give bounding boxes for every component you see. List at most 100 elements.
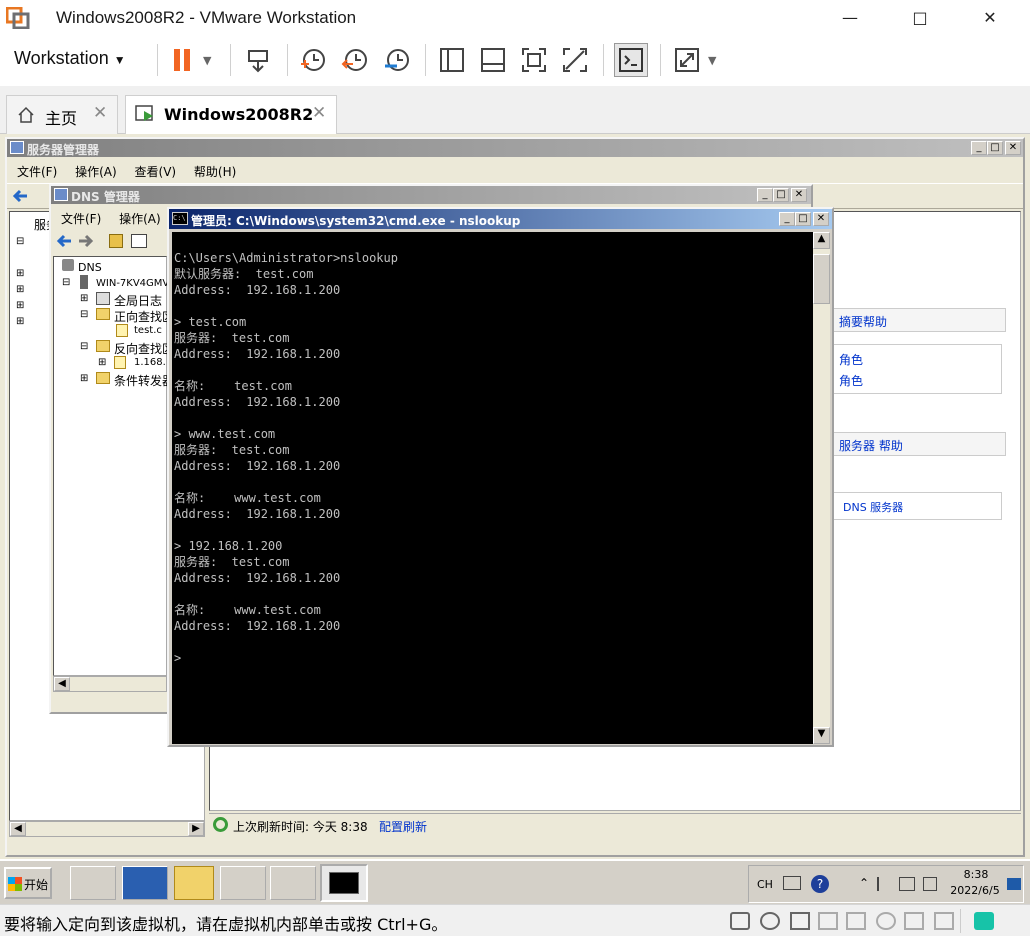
thumbnail-bar-icon[interactable]: [478, 45, 508, 75]
snapshot-manager-icon[interactable]: [382, 45, 412, 75]
forward-icon[interactable]: [77, 233, 95, 249]
sm-minimize-button[interactable]: _: [971, 141, 987, 155]
guest-screen[interactable]: 服务器管理器 _ □ ✕ 文件(F) 操作(A) 查看(V) 帮助(H) 服务 …: [0, 134, 1030, 904]
taskbar-cmd-button[interactable]: [320, 864, 368, 902]
sm-menu-view[interactable]: 查看(V): [135, 165, 177, 179]
close-tab-icon[interactable]: ✕: [93, 103, 107, 123]
dns-close-button[interactable]: ✕: [791, 188, 807, 202]
cmd-close-button[interactable]: ✕: [813, 212, 829, 226]
cmd-maximize-button[interactable]: □: [795, 212, 811, 226]
flag-icon[interactable]: [877, 877, 891, 891]
sm-close-button[interactable]: ✕: [1005, 141, 1021, 155]
sm-menu-help[interactable]: 帮助(H): [194, 165, 236, 179]
back-icon[interactable]: [55, 233, 73, 249]
sm-menu-file[interactable]: 文件(F): [17, 165, 57, 179]
dns-restore-button[interactable]: □: [773, 188, 789, 202]
camera-icon[interactable]: [876, 912, 896, 930]
back-icon[interactable]: [11, 188, 29, 204]
stretch-icon[interactable]: [672, 45, 702, 75]
expand-icon[interactable]: ⊟: [16, 236, 24, 247]
send-ctrl-alt-del-icon[interactable]: [244, 45, 274, 75]
dns-minimize-button[interactable]: _: [757, 188, 773, 202]
clock-date[interactable]: 2022/6/5: [945, 884, 1005, 897]
revert-snapshot-icon[interactable]: [340, 45, 370, 75]
show-desktop-icon[interactable]: [1007, 878, 1021, 890]
close-button[interactable]: ✕: [970, 6, 1010, 30]
snapshot-icon[interactable]: [298, 45, 328, 75]
server-help-link[interactable]: 服务器 帮助: [839, 437, 903, 454]
scroll-down-icon[interactable]: ▼: [813, 727, 830, 744]
roles-link[interactable]: 角色: [839, 351, 863, 368]
tray-expand-icon[interactable]: ⌃: [859, 876, 869, 890]
sm-tree-scrollbar[interactable]: ◀ ▶: [9, 821, 205, 837]
taskbar-tools-icon[interactable]: [220, 866, 266, 900]
tab-vm[interactable]: Windows2008R2 ✕: [125, 95, 337, 134]
maximize-button[interactable]: □: [900, 6, 940, 30]
pause-icon[interactable]: [168, 45, 198, 75]
workstation-menu[interactable]: Workstation ▼: [14, 48, 126, 69]
network-icon[interactable]: [899, 877, 915, 891]
fullscreen-icon[interactable]: [519, 45, 549, 75]
cd-dvd-icon[interactable]: [760, 912, 780, 930]
close-tab-icon[interactable]: ✕: [312, 103, 326, 123]
dns-menu-file[interactable]: 文件(F): [61, 212, 101, 226]
dns-tree-server[interactable]: WIN-7KV4GMVI: [96, 278, 172, 289]
collapse-icon[interactable]: ⊟: [80, 341, 88, 352]
dns-tree-forward-zones[interactable]: 正向查找区: [114, 308, 174, 325]
printer-icon[interactable]: [818, 912, 838, 930]
cmd-scrollbar[interactable]: ▲ ▼: [813, 232, 830, 744]
taskbar-server-manager-icon[interactable]: [70, 866, 116, 900]
dns-tree-global-logs[interactable]: 全局日志: [114, 292, 162, 309]
stretch-dropdown-icon[interactable]: ▼: [708, 54, 716, 67]
hard-disk-icon[interactable]: [730, 912, 750, 930]
dns-menu-action[interactable]: 操作(A): [119, 212, 161, 226]
scroll-left-icon[interactable]: ◀: [10, 822, 26, 836]
console-view-button[interactable]: [614, 43, 648, 77]
taskbar-powershell-icon[interactable]: [122, 866, 168, 900]
expand-icon[interactable]: ⊞: [16, 316, 24, 327]
keyboard-icon[interactable]: [783, 876, 801, 890]
network-adapter-icon[interactable]: [790, 912, 810, 930]
dns-tree-conditional-forwarders[interactable]: 条件转发器: [114, 372, 174, 389]
dns-tree-scrollbar[interactable]: ◀: [53, 676, 167, 692]
sm-menu-action[interactable]: 操作(A): [75, 165, 117, 179]
expand-icon[interactable]: ⊞: [98, 357, 106, 368]
minimize-button[interactable]: —: [830, 6, 870, 30]
dns-tree-root[interactable]: DNS: [78, 261, 102, 274]
up-folder-icon[interactable]: [109, 234, 123, 248]
dns-tree-test-zone[interactable]: test.c: [134, 325, 162, 336]
clock-time[interactable]: 8:38: [949, 868, 1003, 881]
usb-icon[interactable]: [904, 912, 924, 930]
expand-icon[interactable]: ⊞: [80, 293, 88, 304]
sidebar-toggle-icon[interactable]: [437, 45, 467, 75]
cmd-minimize-button[interactable]: _: [779, 212, 795, 226]
unity-icon[interactable]: [560, 45, 590, 75]
volume-icon[interactable]: [923, 877, 937, 891]
dns-server-link[interactable]: DNS 服务器: [843, 499, 903, 515]
collapse-icon[interactable]: ⊟: [80, 309, 88, 320]
sound-icon[interactable]: [846, 912, 866, 930]
expand-icon[interactable]: ⊞: [16, 284, 24, 295]
cmd-console[interactable]: C:\Users\Administrator>nslookup 默认服务器: te…: [172, 232, 813, 744]
help-icon[interactable]: ?: [811, 875, 829, 893]
show-hide-tree-icon[interactable]: [131, 234, 147, 248]
sm-restore-button[interactable]: □: [987, 141, 1003, 155]
taskbar-explorer-icon[interactable]: [174, 866, 214, 900]
scroll-right-icon[interactable]: ▶: [188, 822, 204, 836]
expand-icon[interactable]: ⊞: [16, 268, 24, 279]
roles-link[interactable]: 角色: [839, 372, 863, 389]
message-icon[interactable]: [974, 912, 994, 930]
speaker-icon[interactable]: [934, 912, 954, 930]
start-button[interactable]: 开始: [4, 867, 52, 899]
dns-tree-reverse-zone[interactable]: 1.168.: [134, 357, 166, 368]
expand-icon[interactable]: ⊞: [80, 373, 88, 384]
scroll-left-icon[interactable]: ◀: [54, 677, 70, 691]
scroll-thumb[interactable]: [813, 254, 830, 304]
pause-dropdown-icon[interactable]: ▼: [203, 54, 211, 67]
collapse-icon[interactable]: ⊟: [62, 277, 70, 288]
scroll-up-icon[interactable]: ▲: [813, 232, 830, 249]
expand-icon[interactable]: ⊞: [16, 300, 24, 311]
configure-refresh-link[interactable]: 配置刷新: [379, 818, 427, 835]
taskbar-dns-icon[interactable]: [270, 866, 316, 900]
dns-tree-reverse-zones[interactable]: 反向查找区: [114, 340, 174, 357]
